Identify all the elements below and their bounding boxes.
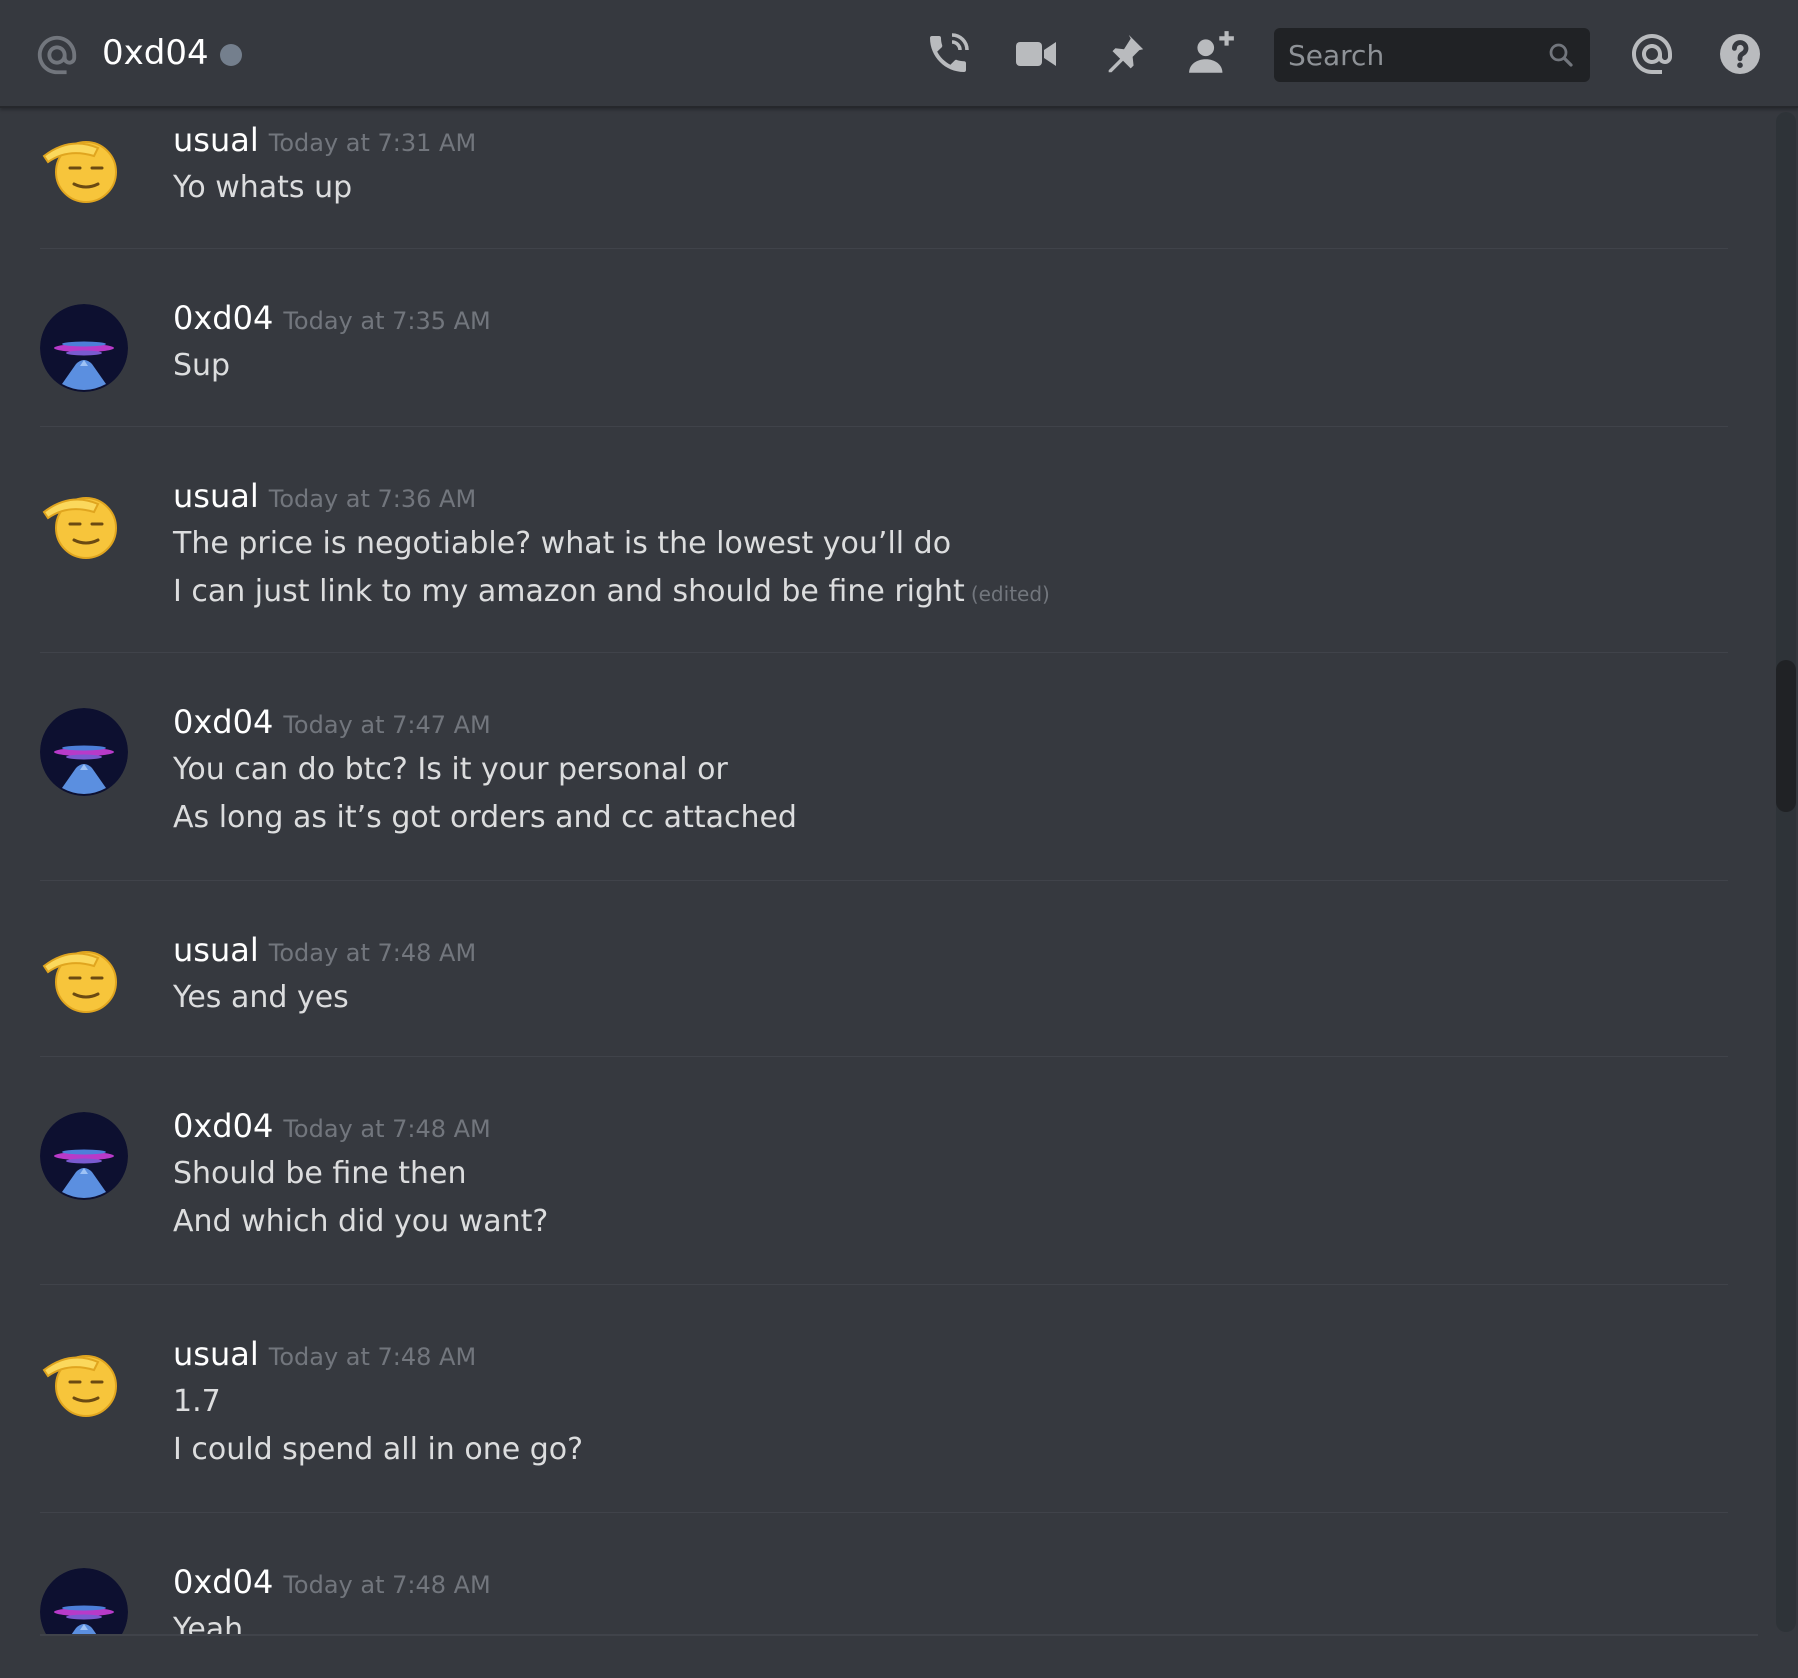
- search-icon: [1549, 43, 1573, 67]
- message-content: Yes and yes: [173, 974, 349, 1022]
- message-divider: [40, 248, 1728, 249]
- channel-header: 0xd04: [0, 0, 1798, 108]
- message-content: Yeah: [173, 1606, 243, 1636]
- add-friend-icon[interactable]: [1186, 28, 1238, 80]
- message-divider: [40, 1284, 1728, 1285]
- message-list: usual Today at 7:31 AM Yo whats up 0xd04…: [0, 108, 1760, 1636]
- video-camera-icon[interactable]: [1010, 28, 1062, 80]
- message-divider: [40, 652, 1728, 653]
- message-line-text: I can just link to my amazon and should …: [173, 574, 965, 609]
- dm-chat-window: 0xd04 Search usual Today at 7:31 AM Yo w…: [0, 0, 1798, 1678]
- author-name[interactable]: 0xd04: [173, 299, 273, 337]
- message-author[interactable]: 0xd04 Today at 7:48 AM: [173, 1560, 491, 1607]
- channel-title: 0xd04: [102, 33, 209, 73]
- edited-label: (edited): [970, 582, 1050, 606]
- message-content: Should be fine then And which did you wa…: [173, 1150, 548, 1246]
- composer-divider: [40, 1634, 1758, 1636]
- message-author[interactable]: usual Today at 7:36 AM: [173, 474, 476, 521]
- at-icon: [37, 35, 77, 75]
- message-author[interactable]: 0xd04 Today at 7:47 AM: [173, 700, 491, 747]
- mention-at-icon[interactable]: [1626, 28, 1678, 80]
- message-divider: [40, 1056, 1728, 1057]
- dark-planet-avatar-icon[interactable]: [40, 1568, 128, 1636]
- message-timestamp: Today at 7:31 AM: [268, 129, 477, 157]
- author-name[interactable]: usual: [173, 931, 259, 969]
- message-timestamp: Today at 7:35 AM: [283, 307, 491, 335]
- scrollbar-track[interactable]: [1776, 112, 1796, 1632]
- message-line: Yes and yes: [173, 980, 349, 1015]
- message-divider: [40, 1512, 1728, 1513]
- message-timestamp: Today at 7:48 AM: [268, 1343, 477, 1371]
- message-content: You can do btc? Is it your personal or A…: [173, 746, 797, 842]
- message-line: And which did you want?: [173, 1204, 549, 1239]
- message-author[interactable]: 0xd04 Today at 7:48 AM: [173, 1104, 491, 1151]
- dark-planet-avatar-icon[interactable]: [40, 304, 128, 392]
- message-line: Should be fine then: [173, 1156, 467, 1191]
- search-box[interactable]: [1274, 28, 1590, 82]
- message-line: You can do btc? Is it your personal or: [173, 752, 728, 787]
- message-line: Sup: [173, 348, 231, 383]
- author-name[interactable]: 0xd04: [173, 1563, 273, 1601]
- phone-call-icon[interactable]: [922, 28, 974, 80]
- saluting-face-emoji-icon[interactable]: [40, 1340, 128, 1428]
- saluting-face-emoji-icon[interactable]: [40, 936, 128, 1024]
- scrollbar-thumb[interactable]: [1776, 660, 1796, 812]
- message-line: 1.7: [173, 1384, 221, 1419]
- message-timestamp: Today at 7:36 AM: [268, 485, 477, 513]
- message-timestamp: Today at 7:48 AM: [283, 1571, 491, 1599]
- message-line: Yo whats up: [173, 170, 353, 205]
- pin-icon[interactable]: [1098, 28, 1150, 80]
- message-content: Yo whats up: [173, 164, 352, 212]
- message-line: As long as it’s got orders and cc attach…: [173, 800, 797, 835]
- message-author[interactable]: usual Today at 7:48 AM: [173, 1332, 476, 1379]
- message-timestamp: Today at 7:48 AM: [283, 1115, 491, 1143]
- message-line: The price is negotiable? what is the low…: [173, 526, 952, 561]
- author-name[interactable]: usual: [173, 121, 259, 159]
- message-author[interactable]: usual Today at 7:31 AM: [173, 118, 476, 165]
- message-author[interactable]: 0xd04 Today at 7:35 AM: [173, 296, 491, 343]
- message-line: I can just link to my amazon and should …: [173, 568, 1050, 618]
- message-line: I could spend all in one go?: [173, 1432, 584, 1467]
- author-name[interactable]: usual: [173, 1335, 259, 1373]
- message-line: Yeah: [173, 1612, 244, 1636]
- status-indicator: [220, 44, 242, 66]
- saluting-face-emoji-icon[interactable]: [40, 126, 128, 214]
- dark-planet-avatar-icon[interactable]: [40, 708, 128, 796]
- author-name[interactable]: 0xd04: [173, 1107, 273, 1145]
- saluting-face-emoji-icon[interactable]: [40, 482, 128, 570]
- author-name[interactable]: usual: [173, 477, 259, 515]
- message-timestamp: Today at 7:47 AM: [283, 711, 491, 739]
- message-content: The price is negotiable? what is the low…: [173, 520, 1050, 618]
- author-name[interactable]: 0xd04: [173, 703, 273, 741]
- message-divider: [40, 880, 1728, 881]
- message-timestamp: Today at 7:48 AM: [268, 939, 477, 967]
- message-divider: [40, 426, 1728, 427]
- message-content: Sup: [173, 342, 230, 390]
- search-input[interactable]: [1288, 38, 1528, 72]
- message-author[interactable]: usual Today at 7:48 AM: [173, 928, 476, 975]
- message-content: 1.7 I could spend all in one go?: [173, 1378, 583, 1474]
- dark-planet-avatar-icon[interactable]: [40, 1112, 128, 1200]
- help-icon[interactable]: [1714, 28, 1766, 80]
